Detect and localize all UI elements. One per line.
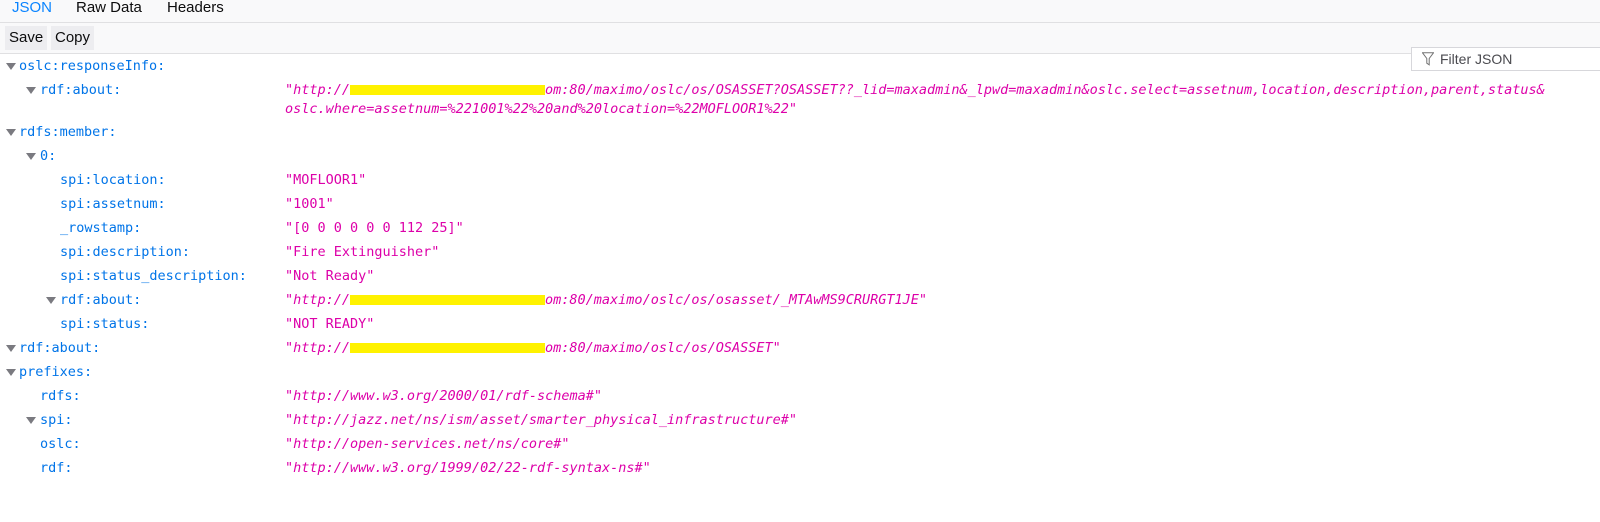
json-string-value: "http:// om:80/maximo/oslc/os/osasset/_MT… — [285, 290, 927, 310]
triangle-down-icon[interactable] — [6, 369, 16, 376]
tree-row[interactable]: 0: — [0, 146, 1600, 170]
json-key: _rowstamp: — [60, 220, 142, 236]
tree-row[interactable]: rdf:about: "http:// om:80/maximo/oslc/os/… — [0, 338, 1600, 362]
tree-row[interactable]: spi:description: "Fire Extinguisher" — [0, 242, 1600, 266]
json-key: 0: — [40, 148, 57, 164]
tab-raw-data[interactable]: Raw Data — [76, 0, 142, 20]
tree-row[interactable]: spi: "http://jazz.net/ns/ism/asset/smart… — [0, 410, 1600, 434]
tree-row[interactable]: oslc: "http://open-services.net/ns/core#… — [0, 434, 1600, 458]
tree-row[interactable]: rdf:about: "http:// om:80/maximo/oslc/os/… — [0, 290, 1600, 314]
json-key: oslc:responseInfo: — [19, 58, 166, 74]
triangle-down-icon[interactable] — [6, 129, 16, 136]
json-key: oslc: — [40, 436, 81, 452]
json-string-value-continuation: oslc.where=assetnum=%221001%22%20and%20l… — [285, 101, 798, 117]
json-key: rdf:about: — [60, 292, 142, 308]
tree-row[interactable]: rdf:about: "http:// om:80/maximo/oslc/os/… — [0, 80, 1600, 120]
redaction-highlight — [350, 343, 546, 353]
json-key: rdf: — [40, 460, 73, 476]
json-key: prefixes: — [19, 364, 93, 380]
copy-button[interactable]: Copy — [51, 26, 95, 50]
json-key: spi:assetnum: — [60, 196, 166, 212]
json-string-value: "http://jazz.net/ns/ism/asset/smarter_ph… — [285, 412, 798, 428]
json-string-value: "[0 0 0 0 0 0 112 25]" — [285, 220, 464, 236]
redaction-highlight — [350, 85, 546, 95]
value-text: "http:// — [285, 292, 351, 308]
json-toolbar: Save Copy — [0, 23, 1600, 71]
json-string-value: "http://www.w3.org/2000/01/rdf-schema#" — [285, 388, 602, 404]
value-text: om:80/maximo/oslc/os/OSASSET?OSASSET??_l… — [545, 82, 1545, 98]
triangle-down-icon[interactable] — [26, 417, 36, 424]
tree-row[interactable]: rdf: "http://www.w3.org/1999/02/22-rdf-s… — [0, 458, 1600, 482]
tree-row[interactable]: prefixes: — [0, 362, 1600, 386]
json-string-value: "MOFLOOR1" — [285, 172, 367, 188]
json-string-value: "http:// om:80/maximo/oslc/os/OSASSET" — [285, 338, 781, 358]
redaction-highlight — [350, 295, 546, 305]
json-key: spi:status_description: — [60, 268, 247, 284]
json-string-value: "http://open-services.net/ns/core#" — [285, 436, 570, 452]
tree-row[interactable]: spi:assetnum: "1001" — [0, 194, 1600, 218]
triangle-down-icon[interactable] — [6, 63, 16, 70]
value-text: "http:// — [285, 340, 351, 356]
json-key: spi:location: — [60, 172, 166, 188]
json-string-value: "Fire Extinguisher" — [285, 244, 440, 260]
json-key: rdfs: — [40, 388, 81, 404]
tree-row[interactable]: oslc:responseInfo: — [0, 56, 1600, 80]
tab-headers[interactable]: Headers — [167, 0, 224, 20]
value-text: "http:// — [285, 82, 351, 98]
triangle-down-icon[interactable] — [26, 87, 36, 94]
viewer-tab-bar: JSON Raw Data Headers — [0, 0, 1600, 23]
save-button[interactable]: Save — [5, 26, 48, 50]
value-text: om:80/maximo/oslc/os/OSASSET" — [545, 340, 781, 356]
triangle-down-icon[interactable] — [46, 297, 56, 304]
triangle-down-icon[interactable] — [6, 345, 16, 352]
tree-row[interactable]: _rowstamp: "[0 0 0 0 0 0 112 25]" — [0, 218, 1600, 242]
json-key: spi:status: — [60, 316, 150, 332]
json-string-value: "NOT READY" — [285, 316, 375, 332]
triangle-down-icon[interactable] — [26, 153, 36, 160]
tree-row[interactable]: rdfs: "http://www.w3.org/2000/01/rdf-sch… — [0, 386, 1600, 410]
tab-json[interactable]: JSON — [12, 0, 52, 20]
value-text: om:80/maximo/oslc/os/osasset/_MTAwMS9CRU… — [545, 292, 928, 308]
json-key: spi:description: — [60, 244, 191, 260]
tree-row[interactable]: spi:status: "NOT READY" — [0, 314, 1600, 338]
tree-row[interactable]: spi:location: "MOFLOOR1" — [0, 170, 1600, 194]
json-string-value: "1001" — [285, 196, 334, 212]
json-key: spi: — [40, 412, 73, 428]
tree-row[interactable]: rdfs:member: — [0, 122, 1600, 146]
json-key: rdf:about: — [19, 340, 101, 356]
json-string-value: "Not Ready" — [285, 268, 375, 284]
json-string-value: "http:// om:80/maximo/oslc/os/OSASSET?OSA… — [285, 80, 1545, 100]
json-key: rdfs:member: — [19, 124, 117, 140]
tree-row[interactable]: spi:status_description: "Not Ready" — [0, 266, 1600, 290]
json-key: rdf:about: — [40, 82, 122, 98]
json-string-value: "http://www.w3.org/1999/02/22-rdf-syntax… — [285, 460, 651, 476]
